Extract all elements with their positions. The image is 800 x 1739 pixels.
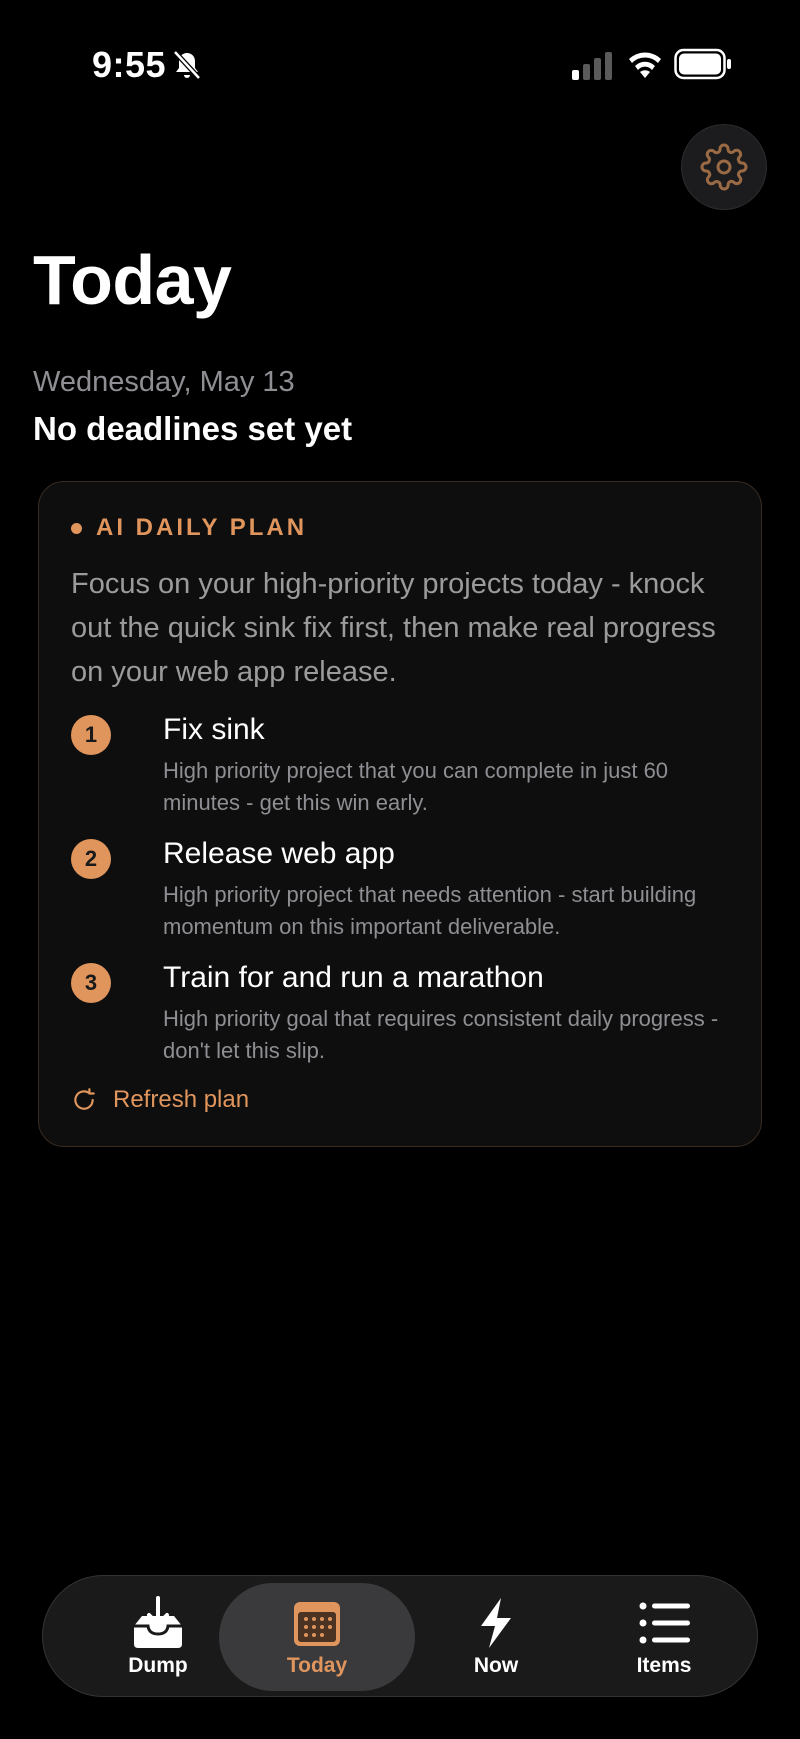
list-icon [639,1602,690,1644]
refresh-plan-label: Refresh plan [113,1086,250,1113]
item-number-badge: 2 [71,839,111,879]
plan-item[interactable]: 3 Train for and run a marathon High prio… [71,961,731,1071]
settings-button[interactable] [681,124,767,210]
plan-header: AI DAILY PLAN [71,514,307,542]
item-number-badge: 1 [71,715,111,755]
refresh-plan-button[interactable]: Refresh plan [71,1086,249,1114]
today-screen: 9:55 Today Wednesday, May 13 No deadline… [0,0,800,1739]
item-description: High priority project that needs attenti… [163,882,697,939]
item-title: Train for and run a marathon [163,961,544,994]
item-description: High priority goal that requires consist… [163,1006,719,1063]
plan-dot-icon [71,522,82,534]
cellular-signal-icon [572,52,612,80]
wifi-icon [629,52,661,78]
calendar-icon [294,1602,340,1646]
item-number-badge: 3 [71,963,111,1003]
gear-icon [700,143,748,191]
tab-label: Dump [128,1654,188,1677]
item-title: Release web app [163,837,395,870]
refresh-icon [74,1088,95,1110]
page-title: Today [33,241,232,319]
tab-items[interactable]: Items [609,1576,719,1698]
item-description: High priority project that you can compl… [163,758,669,815]
lightning-icon [481,1598,511,1648]
tab-label: Today [286,1654,348,1677]
bell-slash-icon [173,50,201,80]
deadline-status: No deadlines set yet [33,410,353,447]
plan-item[interactable]: 1 Fix sink High priority project that yo… [71,713,731,823]
item-title: Fix sink [163,713,265,746]
plan-title: AI DAILY PLAN [96,514,308,541]
tab-today[interactable]: Today [219,1583,415,1691]
inbox-download-icon [134,1596,182,1648]
tab-bar: Dump Today Now Items [42,1575,758,1697]
tab-label: Now [473,1654,519,1677]
tab-now[interactable]: Now [441,1576,551,1698]
plan-item[interactable]: 2 Release web app High priority project … [71,837,731,947]
date-label: Wednesday, May 13 [33,366,295,398]
status-time: 9:55 [92,44,167,85]
plan-summary: Focus on your high-priority projects tod… [71,568,716,688]
battery-icon [674,48,731,80]
ai-daily-plan-card: AI DAILY PLAN Focus on your high-priorit… [38,481,762,1147]
tab-label: Items [636,1654,692,1677]
tab-dump[interactable]: Dump [103,1576,213,1698]
status-bar: 9:55 [0,0,800,130]
